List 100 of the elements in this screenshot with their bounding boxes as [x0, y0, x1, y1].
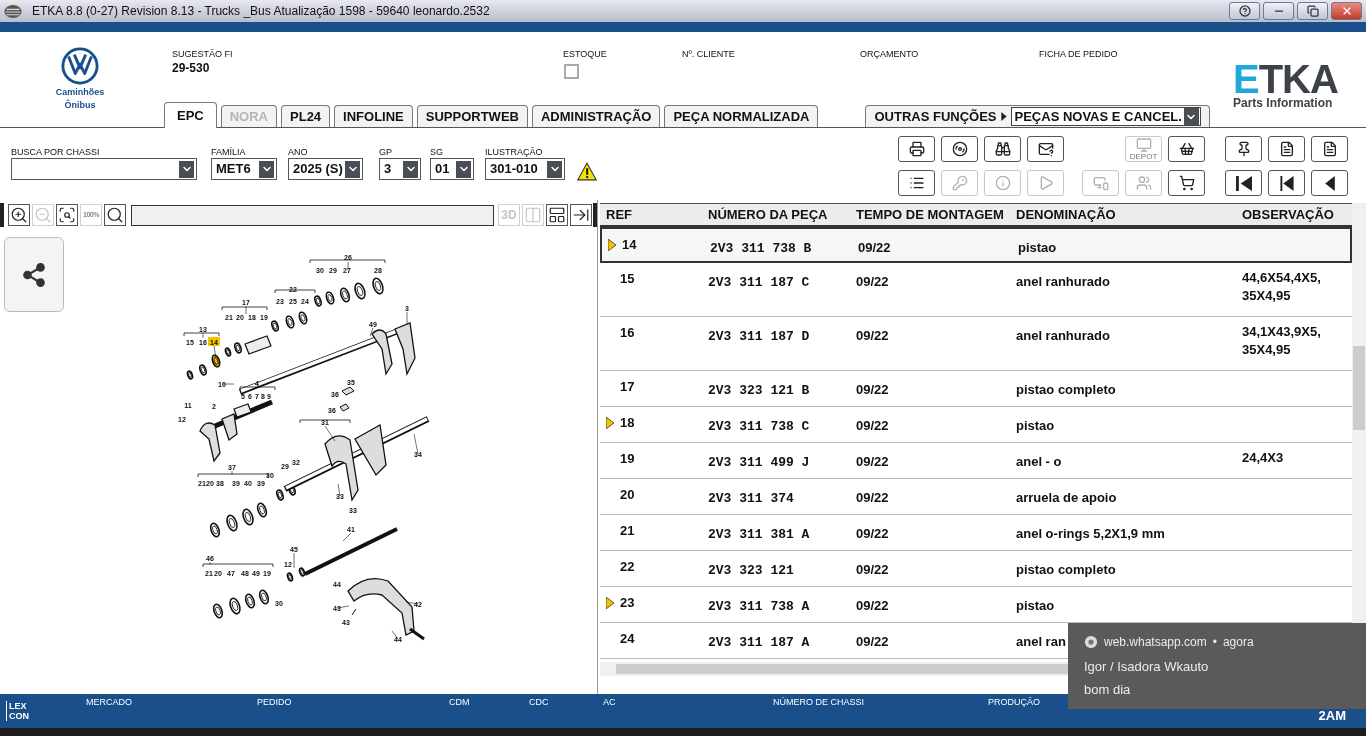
table-row[interactable]: 17 2V3 323 121 B 09/22 pistao completo: [600, 371, 1352, 407]
functions-dropdown[interactable]: PEÇAS NOVAS E CANCEL.: [1010, 107, 1201, 126]
tab[interactable]: EPC: [164, 102, 217, 128]
toolbar-button[interactable]: [1168, 170, 1205, 196]
dropdown-caret-icon: [259, 160, 274, 178]
triangle-left-icon: [1324, 175, 1335, 191]
browser-icon: [1084, 635, 1098, 649]
table-cell-text: 19: [620, 450, 635, 468]
column-header[interactable]: TEMPO DE MONTAGEM: [850, 204, 1010, 225]
column-header[interactable]: NÚMERO DA PEÇA: [702, 204, 850, 225]
brand-text: Caminhões: [55, 87, 105, 98]
table-row[interactable]: 18 2V3 311 738 C 09/22 pistao: [600, 407, 1352, 443]
toolbar-button[interactable]: [984, 136, 1021, 162]
share-icon: [21, 261, 47, 288]
table-cell-text: 34,1X43,9X5,: [1242, 323, 1322, 341]
table-row[interactable]: 22 2V3 323 121 09/22 pistao completo: [600, 551, 1352, 587]
tab[interactable]: ADMINISTRAÇÃO: [531, 105, 661, 127]
selector-label: SG: [430, 146, 444, 158]
zoom-out-icon: [34, 206, 52, 224]
table-cell-text: 24: [620, 630, 635, 648]
table-cell-text: 16: [620, 324, 635, 342]
dropdown-caret-icon: [345, 160, 360, 178]
selector-dropdown[interactable]: 3: [379, 158, 421, 180]
notification-toast[interactable]: web.whatsapp.com • agora Igor / Isadora Wkauto bom dia: [1068, 623, 1366, 709]
share-button[interactable]: [4, 237, 64, 312]
people-icon: [1135, 175, 1152, 191]
selector-label: ANO: [288, 146, 309, 158]
table-cell: 09/22: [856, 328, 889, 343]
table-row[interactable]: 15 2V3 311 187 C 09/22 anel ranhurado 44,6X54,4X5, 35X4,95: [600, 263, 1352, 317]
viewer-tool-button[interactable]: [56, 204, 78, 226]
status-label: AC: [603, 697, 617, 708]
toolbar-button[interactable]: [1225, 136, 1262, 162]
table-cell: 2V3 323 121: [708, 563, 794, 578]
minimize-button[interactable]: [1263, 2, 1294, 20]
toolbar-button[interactable]: [941, 136, 978, 162]
table-cell: 09/22: [856, 598, 889, 613]
column-header[interactable]: OBSERVAÇÃO: [1236, 204, 1346, 225]
table-cell: anel ran: [1016, 634, 1066, 649]
toolbar-button[interactable]: [1311, 170, 1348, 196]
tab[interactable]: PEÇA NORMALIZADA: [664, 105, 819, 127]
binoculars-icon: [994, 141, 1011, 157]
field-label: ESTOQUE: [563, 48, 608, 60]
layout-icon: [548, 206, 566, 224]
viewer-tool-button[interactable]: [546, 204, 568, 226]
table-cell: 09/22: [856, 562, 889, 577]
table-cell: anel ranhurado: [1016, 274, 1110, 289]
vw-logo-icon: [61, 47, 99, 85]
table-cell: anel ranhurado: [1016, 328, 1110, 343]
toolbar-button[interactable]: [1268, 136, 1305, 162]
column-header[interactable]: REF: [600, 204, 702, 225]
table-cell-text: 20: [620, 486, 635, 504]
status-value: 2AM: [1318, 708, 1346, 724]
table-cell: anel o-rings 5,2X1,9 mm: [1016, 526, 1165, 541]
table-cell: 09/22: [856, 634, 889, 649]
toolbar-button[interactable]: [1168, 136, 1205, 162]
table-cell: pistao: [1016, 418, 1055, 433]
table-row[interactable]: 14 2V3 311 738 B 09/22 pistao: [600, 227, 1352, 263]
selector-dropdown[interactable]: 01: [430, 158, 474, 180]
toolbar-button[interactable]: [1311, 136, 1348, 162]
restore-button[interactable]: [1297, 2, 1328, 20]
cart-icon: [1178, 175, 1195, 191]
warning-icon: [577, 162, 597, 181]
toolbar-button[interactable]: [898, 136, 935, 162]
toolbar-button[interactable]: [1027, 136, 1064, 162]
table-row[interactable]: 20 2V3 311 374 09/22 arruela de apoio: [600, 479, 1352, 515]
tab[interactable]: SUPPORTWEB: [416, 105, 528, 127]
viewer-tool-button[interactable]: [8, 204, 30, 226]
field-value: 29-530: [172, 60, 211, 76]
dropdown-caret-icon: [179, 160, 194, 178]
table-row[interactable]: 19 2V3 311 499 J 09/22 anel - o 24,4X3: [600, 443, 1352, 479]
logo-tagline: Parts Information: [1233, 96, 1333, 110]
scrollbar-thumb[interactable]: [1353, 346, 1365, 430]
selector-dropdown[interactable]: MET6: [211, 158, 277, 180]
etka-logo: ETKA: [1233, 62, 1338, 96]
menu-icon[interactable]: [4, 4, 22, 18]
toolbar-button[interactable]: [1225, 170, 1262, 196]
viewer-tool-button[interactable]: [570, 204, 592, 226]
close-button[interactable]: [1331, 2, 1362, 20]
key-icon: [951, 175, 968, 191]
tab[interactable]: INFOLINE: [334, 105, 413, 127]
table-cell: pistao completo: [1016, 562, 1116, 577]
table-cell: 2V3 311 738 C: [708, 419, 810, 434]
table-cell: 09/22: [856, 382, 889, 397]
table-cell: 2V3 311 738 A: [708, 599, 810, 614]
table-row[interactable]: 16 2V3 311 187 D 09/22 anel ranhurado 34,1X43,9X5, 35X4,95: [600, 317, 1352, 371]
selector-dropdown[interactable]: 2025 (S): [288, 158, 363, 180]
toolbar-button[interactable]: [1268, 170, 1305, 196]
toolbar-button[interactable]: [898, 170, 935, 196]
table-cell-text: 35X4,95: [1242, 287, 1292, 305]
tab[interactable]: PL24: [281, 105, 331, 127]
status-label: NÚMERO DE CHASSI: [773, 697, 865, 708]
diagram-search-field[interactable]: [131, 204, 494, 226]
selector-dropdown[interactable]: 301-010: [485, 158, 565, 180]
selector-dropdown[interactable]: [11, 158, 197, 180]
stock-checkbox[interactable]: [564, 64, 579, 79]
column-header[interactable]: DENOMINAÇÃO: [1010, 204, 1236, 225]
help-button[interactable]: [1229, 2, 1260, 20]
table-row[interactable]: 21 2V3 311 381 A 09/22 anel o-rings 5,2X1,9 mm: [600, 515, 1352, 551]
table-cell: 09/22: [856, 418, 889, 433]
viewer-tool-button[interactable]: [104, 204, 126, 226]
